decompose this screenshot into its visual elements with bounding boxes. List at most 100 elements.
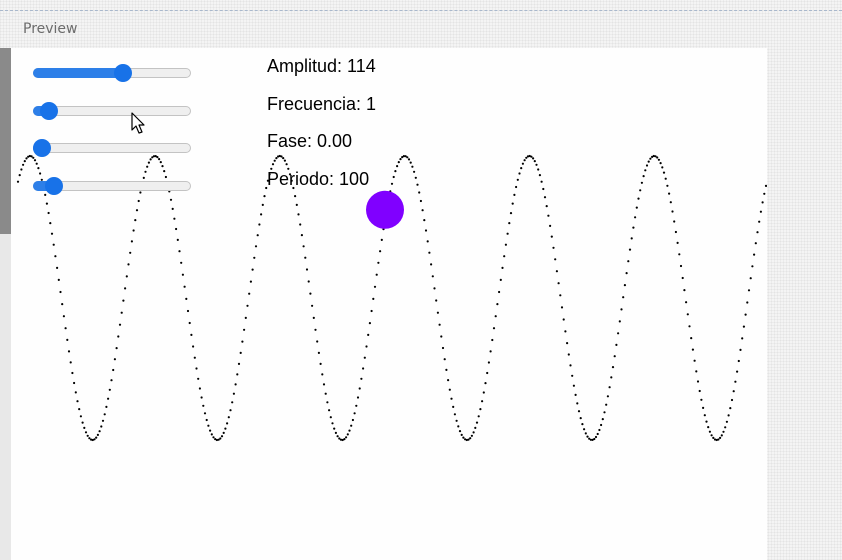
wave-dot (639, 189, 642, 192)
amplitude-slider[interactable] (33, 64, 191, 82)
wave-dot (547, 214, 550, 217)
wave-dot (436, 311, 439, 314)
wave-dot (345, 436, 348, 439)
wave-dot (498, 290, 501, 294)
wave-dot (764, 184, 767, 187)
slider-fill (33, 68, 124, 78)
wave-dot (137, 199, 140, 203)
wave-dot (350, 424, 353, 427)
wave-dot (317, 351, 320, 354)
wave-dot (520, 167, 523, 170)
wave-dot (611, 366, 615, 369)
wave-dot (312, 316, 315, 319)
wave-dot (693, 359, 696, 362)
wave-dot (649, 157, 652, 160)
wave-dot (479, 408, 482, 411)
wave-dot (462, 436, 465, 439)
wave-dot (662, 171, 666, 174)
wave-dot (532, 157, 535, 160)
wave-dot (192, 345, 195, 348)
slider-thumb[interactable] (114, 64, 133, 82)
wave-dot (511, 202, 514, 205)
wave-dot (20, 168, 23, 171)
wave-dot (375, 273, 378, 276)
wave-dot (492, 327, 496, 330)
wave-dot (566, 342, 569, 345)
wave-dot (120, 311, 123, 314)
wave-dot (475, 421, 479, 424)
wave-dot (645, 164, 649, 167)
wave-dot (564, 330, 567, 333)
period-slider[interactable] (33, 177, 191, 195)
wave-dot (428, 251, 431, 254)
wave-dot (299, 223, 302, 226)
wave-dot (450, 397, 453, 400)
wave-dot (186, 309, 190, 313)
wave-dot (236, 373, 239, 376)
wave-dot (248, 292, 251, 295)
wave-dot (481, 400, 484, 403)
wave-dot (671, 210, 674, 213)
wave-dot (455, 419, 458, 422)
wave-dot (747, 289, 751, 292)
wave-dot (494, 315, 497, 318)
wave-dot (574, 393, 577, 396)
wave-dot (156, 156, 159, 159)
wave-dot (103, 413, 106, 416)
wave-dot (656, 156, 659, 159)
wave-dot (668, 192, 671, 195)
wave-dot (571, 374, 574, 377)
wave-dot (134, 219, 137, 222)
slider-track (33, 143, 191, 153)
scrollbar-thumb[interactable] (0, 48, 11, 234)
wave-dot (598, 428, 601, 432)
wave-dot (554, 258, 557, 261)
wave-dot (110, 379, 113, 382)
wave-dot (263, 195, 266, 198)
wave-dot (627, 260, 630, 263)
wave-dot (164, 175, 167, 179)
pointer-cursor-icon (131, 112, 145, 134)
wave-dot (712, 436, 715, 439)
frequency-slider[interactable] (33, 102, 191, 120)
wave-dot (477, 415, 480, 418)
wave-dot (445, 368, 448, 371)
wave-dot (435, 299, 438, 302)
slider-thumb[interactable] (39, 102, 58, 120)
wave-dot (605, 403, 608, 406)
wave-dot (447, 379, 450, 382)
wave-dot (647, 160, 650, 163)
wave-dot (52, 243, 55, 246)
wave-dot (708, 430, 712, 433)
wave-dot (516, 178, 519, 181)
wave-dot (584, 432, 587, 435)
wave-dot (632, 226, 635, 229)
wave-dot (426, 240, 429, 243)
wave-dot (74, 391, 77, 394)
slider-thumb[interactable] (33, 139, 51, 157)
slider-thumb[interactable] (44, 177, 63, 195)
wave-dot (18, 174, 21, 177)
wave-dot (146, 165, 149, 168)
wave-dot (251, 268, 254, 271)
wave-dot (482, 391, 485, 394)
wave-dot (674, 230, 678, 234)
wave-dot (503, 255, 506, 258)
wave-dot (618, 320, 621, 323)
wave-dot (309, 292, 312, 295)
wave-dot (117, 335, 120, 338)
wave-dot (625, 272, 628, 275)
wave-dot (508, 222, 511, 225)
wave-dot (282, 157, 285, 160)
wave-dot (367, 333, 370, 336)
wave-dot (521, 162, 524, 165)
wave-dot (678, 253, 681, 256)
phase-slider[interactable] (33, 139, 191, 157)
wave-dot (273, 159, 276, 162)
wave-dot (518, 172, 521, 175)
wave-dot (139, 191, 142, 194)
top-divider (0, 10, 842, 11)
wave-dot (572, 384, 576, 387)
wave-dot (583, 428, 586, 431)
wave-dot (593, 437, 596, 441)
